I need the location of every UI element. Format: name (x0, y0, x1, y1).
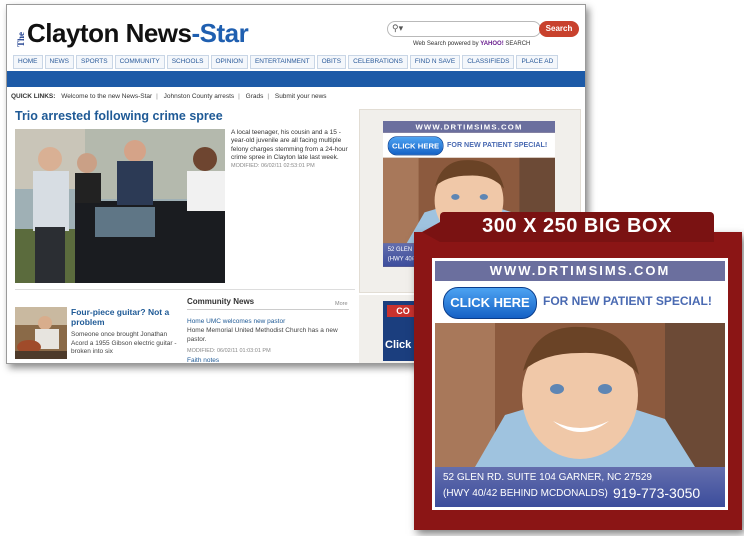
nav-item-opinion[interactable]: OPINION (210, 55, 248, 69)
search-powered-by: Web Search powered by YAHOO! SEARCH (413, 41, 531, 47)
ad-address-band: 52 GLEN RD. SUITE 104 GARNER, NC 27529 (… (435, 467, 725, 507)
nav-item-place-ad[interactable]: PLACE AD (516, 55, 559, 69)
lead-story-text: A local teenager, his cousin and a 15 -y… (231, 129, 348, 161)
community-story-link-2[interactable]: Faith notes (187, 357, 219, 363)
quick-link[interactable]: Grads (246, 93, 264, 100)
search-button[interactable]: Search (539, 21, 579, 37)
ad-cta-bar: CLICK HERE FOR NEW PATIENT SPECIAL! (435, 281, 725, 323)
nav-item-sports[interactable]: SPORTS (76, 55, 113, 69)
ad-click-here-button[interactable]: CLICK HERE (387, 136, 444, 156)
community-story-summary: Home Memorial United Methodist Church ha… (187, 327, 338, 343)
big-box-callout: 300 X 250 BIG BOX WWW.DRTIMSIMS.COM CLIC… (414, 212, 742, 530)
ad-tagline: FOR NEW PATIENT SPECIAL! (447, 140, 548, 149)
guitar-story-photo[interactable] (15, 307, 67, 359)
small-ad-click: Click (385, 339, 412, 351)
quick-links-label: QUICK LINKS: (11, 93, 56, 100)
lead-story-headline[interactable]: Trio arrested following crime spree (15, 109, 223, 123)
callout-title: 300 X 250 BIG BOX (482, 215, 672, 237)
ad-address-line2: (HWY 40/42 BEHIND MCDONALDS) (443, 488, 608, 499)
ad-address-line1: 52 GLEN RD. SUITE 104 GARNER, NC 27529 (443, 472, 652, 483)
ad-tagline: FOR NEW PATIENT SPECIAL! (543, 294, 712, 308)
nav-item-find-n-save[interactable]: FIND N SAVE (409, 55, 461, 69)
ad-photo-boy (435, 323, 725, 467)
ad-cta-bar: CLICK HERE FOR NEW PATIENT SPECIAL! (383, 132, 555, 158)
nav-item-obits[interactable]: OBITS (316, 55, 347, 69)
guitar-story-headline[interactable]: Four-piece guitar? Not a problem (71, 307, 177, 327)
ad-url: WWW.DRTIMSIMS.COM (383, 121, 555, 133)
callout-ad[interactable]: WWW.DRTIMSIMS.COM CLICK HERE FOR NEW PAT… (432, 258, 728, 510)
nav-item-classifieds[interactable]: CLASSIFIEDS (462, 55, 515, 69)
main-nav: HOME NEWS SPORTS COMMUNITY SCHOOLS OPINI… (13, 55, 559, 69)
divider (15, 289, 355, 290)
logo-wordmark: Clayton News-Star (27, 18, 249, 48)
lead-story-photo[interactable] (15, 129, 225, 283)
ad-creative: WWW.DRTIMSIMS.COM CLICK HERE FOR NEW PAT… (435, 261, 725, 507)
quick-links: QUICK LINKS: Welcome to the new News-Sta… (11, 93, 327, 100)
ad-url: WWW.DRTIMSIMS.COM (435, 261, 725, 281)
nav-item-home[interactable]: HOME (13, 55, 43, 69)
search-icon: ⚲▾ (392, 23, 404, 33)
site-logo[interactable]: The Clayton News-Star (16, 15, 249, 48)
guitar-story-summary: Someone once brought Jonathan Acord a 19… (71, 331, 177, 355)
nav-item-community[interactable]: COMMUNITY (114, 55, 165, 69)
nav-item-entertainment[interactable]: ENTERTAINMENT (249, 55, 315, 69)
community-more-link[interactable]: More (335, 301, 348, 307)
nav-item-news[interactable]: NEWS (44, 55, 74, 69)
ad-phone: 919-773-3050 (613, 485, 701, 501)
community-news-title: Community News (187, 297, 255, 306)
logo-the: The (16, 31, 26, 47)
nav-blue-bar (7, 71, 585, 87)
lead-story-modified: MODIFIED: 06/02/11 02:53:01 PM (231, 163, 315, 170)
community-rule (187, 309, 349, 310)
nav-item-celebrations[interactable]: CELEBRATIONS (348, 55, 408, 69)
quick-link[interactable]: Submit your news (275, 93, 327, 100)
community-story-link[interactable]: Home UMC welcomes new pastor (187, 318, 285, 325)
quick-link[interactable]: Welcome to the new News-Star (61, 93, 152, 100)
ad-click-here-button[interactable]: CLICK HERE (443, 287, 537, 319)
quick-link[interactable]: Johnston County arrests (164, 93, 234, 100)
search-input[interactable]: ⚲▾ (387, 21, 541, 37)
nav-item-schools[interactable]: SCHOOLS (166, 55, 209, 69)
lead-story-summary: A local teenager, his cousin and a 15 -y… (231, 129, 351, 170)
community-story-modified: MODIFIED: 06/02/11 01:03:01 PM (187, 348, 271, 354)
